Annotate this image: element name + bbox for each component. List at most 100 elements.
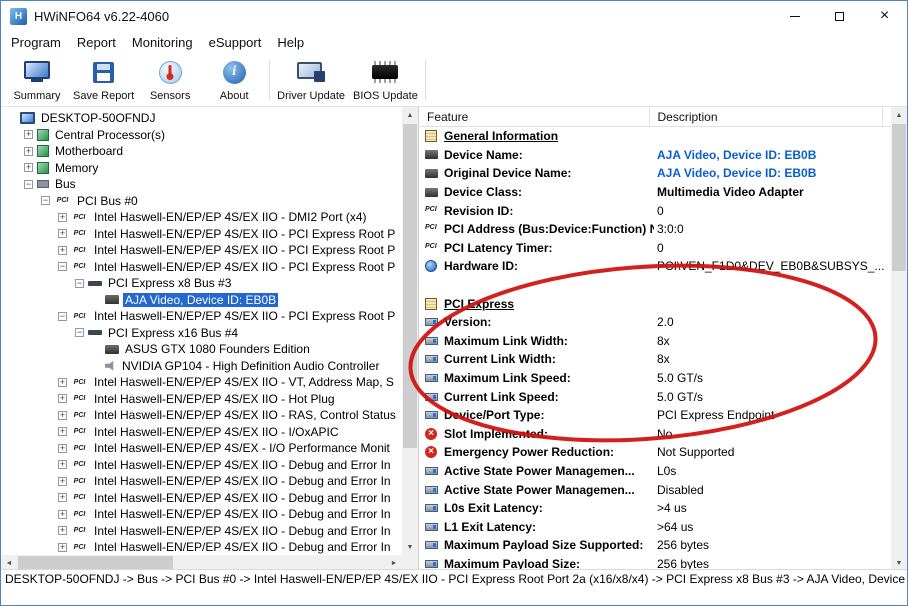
menu-item-monitoring[interactable]: Monitoring [124, 33, 201, 52]
feature-value: AJA Video, Device ID: EB0B [657, 148, 816, 162]
expand-plus-icon[interactable]: + [58, 526, 67, 535]
expand-plus-icon[interactable]: + [58, 411, 67, 420]
tree-item-pci-express-x16-bus-4[interactable]: −PCI Express x16 Bus #4 [1, 325, 402, 342]
tree-item-motherboard[interactable]: +Motherboard [1, 143, 402, 160]
scroll-track[interactable] [891, 123, 907, 555]
detail-row[interactable]: Revision ID:0 [419, 201, 891, 220]
expand-plus-icon[interactable]: + [58, 378, 67, 387]
toolbar-driver-update-button[interactable]: Driver Update [273, 54, 349, 106]
detail-row[interactable]: Original Device Name:AJA Video, Device I… [419, 164, 891, 183]
detail-row[interactable]: Active State Power Managemen...Disabled [419, 480, 891, 499]
expand-plus-icon[interactable]: + [58, 394, 67, 403]
expand-plus-icon[interactable]: + [58, 510, 67, 519]
detail-row[interactable]: Version:2.0 [419, 313, 891, 332]
detail-row[interactable]: Device Name:AJA Video, Device ID: EB0B [419, 146, 891, 165]
detail-row[interactable]: Current Link Speed:5.0 GT/s [419, 387, 891, 406]
tree-item-intel-haswell-en-ep-ep-4s-ex-iio-debug-and[interactable]: +Intel Haswell-EN/EP/EP 4S/EX IIO - Debu… [1, 473, 402, 490]
section-header-row[interactable]: PCI Express [419, 294, 891, 313]
minimize-button[interactable] [772, 1, 817, 31]
detail-row[interactable]: Maximum Payload Size Supported:256 bytes [419, 536, 891, 555]
scroll-thumb[interactable] [403, 124, 417, 448]
tree-item-intel-haswell-en-ep-ep-4s-ex-iio-debug-and[interactable]: +Intel Haswell-EN/EP/EP 4S/EX IIO - Debu… [1, 457, 402, 474]
detail-row[interactable]: Active State Power Managemen...L0s [419, 462, 891, 481]
tree-item-intel-haswell-en-ep-ep-4s-ex-iio-pci-expre[interactable]: +Intel Haswell-EN/EP/EP 4S/EX IIO - PCI … [1, 226, 402, 243]
collapse-minus-icon[interactable]: − [75, 328, 84, 337]
tree-item-intel-haswell-en-ep-ep-4s-ex-iio-hot-plug[interactable]: +Intel Haswell-EN/EP/EP 4S/EX IIO - Hot … [1, 391, 402, 408]
expand-plus-icon[interactable]: + [58, 460, 67, 469]
tree-item-intel-haswell-en-ep-ep-4s-ex-iio-debug-and[interactable]: +Intel Haswell-EN/EP/EP 4S/EX IIO - Debu… [1, 506, 402, 523]
tree-item-central-processor-s[interactable]: + Central Processor(s) [1, 127, 402, 144]
detail-row[interactable]: Emergency Power Reduction:Not Supported [419, 443, 891, 462]
tree-item-bus[interactable]: −Bus [1, 176, 402, 193]
toolbar-sensors-button[interactable]: Sensors [138, 54, 202, 106]
menu-item-esupport[interactable]: eSupport [201, 33, 270, 52]
detail-row[interactable]: Device/Port Type:PCI Express Endpoint [419, 406, 891, 425]
tree-item-intel-haswell-en-ep-ep-4s-ex-iio-debug-and[interactable]: +Intel Haswell-EN/EP/EP 4S/EX IIO - Debu… [1, 523, 402, 540]
expand-plus-icon[interactable]: + [58, 543, 67, 552]
expand-plus-icon[interactable]: + [58, 246, 67, 255]
tree-item-desktop-50ofndj[interactable]: DESKTOP-50OFNDJ [1, 110, 402, 127]
tree-item-pci-express-x8-bus-3[interactable]: −PCI Express x8 Bus #3 [1, 275, 402, 292]
collapse-minus-icon[interactable]: − [58, 262, 67, 271]
tree-item-nvidia-gp104-high-definition-audio-control[interactable]: NVIDIA GP104 - High Definition Audio Con… [1, 358, 402, 375]
scroll-up-icon[interactable]: ▲ [891, 107, 907, 123]
tree-item-asus-gtx-1080-founders-edition[interactable]: ASUS GTX 1080 Founders Edition [1, 341, 402, 358]
section-header-row[interactable]: General Information [419, 127, 891, 146]
collapse-minus-icon[interactable]: − [24, 180, 33, 189]
expand-plus-icon[interactable]: + [24, 147, 33, 156]
collapse-minus-icon[interactable]: − [41, 196, 50, 205]
tree-item-intel-haswell-en-ep-ep-4s-ex-iio-vt-addres[interactable]: +Intel Haswell-EN/EP/EP 4S/EX IIO - VT, … [1, 374, 402, 391]
detail-row[interactable]: L1 Exit Latency:>64 us [419, 517, 891, 536]
tree-item-intel-haswell-en-ep-ep-4s-ex-iio-i-oxapic[interactable]: +Intel Haswell-EN/EP/EP 4S/EX IIO - I/Ox… [1, 424, 402, 441]
close-button[interactable]: × [862, 1, 907, 31]
details-vertical-scrollbar[interactable]: ▲ ▼ [891, 107, 907, 571]
toolbar-save-report-button[interactable]: Save Report [69, 54, 138, 106]
collapse-minus-icon[interactable]: − [75, 279, 84, 288]
tree-item-pci-bus-0[interactable]: −PCI Bus #0 [1, 193, 402, 210]
collapse-minus-icon[interactable]: − [58, 312, 67, 321]
menu-item-report[interactable]: Report [69, 33, 124, 52]
expand-plus-icon[interactable]: + [58, 427, 67, 436]
tree-item-label: Central Processor(s) [53, 128, 167, 142]
detail-row[interactable]: Slot Implemented:No [419, 425, 891, 444]
menu-item-program[interactable]: Program [3, 33, 69, 52]
expand-plus-icon[interactable]: + [24, 163, 33, 172]
detail-row[interactable]: PCI Address (Bus:Device:Function) Nu...3… [419, 220, 891, 239]
detail-row[interactable]: PCI Latency Timer:0 [419, 239, 891, 258]
detail-row[interactable]: Maximum Link Width:8x [419, 332, 891, 351]
scroll-thumb[interactable] [892, 124, 906, 271]
detail-row[interactable]: L0s Exit Latency:>4 us [419, 499, 891, 518]
tree-vertical-scrollbar[interactable]: ▲ ▼ [402, 107, 418, 555]
toolbar-about-button[interactable]: About [202, 54, 266, 106]
scroll-track[interactable] [402, 123, 418, 539]
toolbar-summary-button[interactable]: Summary [5, 54, 69, 106]
detail-row[interactable]: Current Link Width:8x [419, 350, 891, 369]
tree-item-memory[interactable]: +Memory [1, 160, 402, 177]
detail-row[interactable]: Device Class:Multimedia Video Adapter [419, 183, 891, 202]
expand-plus-icon[interactable]: + [58, 493, 67, 502]
column-header-feature[interactable]: Feature [419, 107, 650, 126]
detail-row[interactable]: Hardware ID:PCI\VEN_F1D0&DEV_EB0B&SUBSYS… [419, 257, 891, 276]
tree-item-aja-video-device-id-eb0b[interactable]: AJA Video, Device ID: EB0B [1, 292, 402, 309]
expand-plus-icon[interactable]: + [58, 213, 67, 222]
column-header-description[interactable]: Description [650, 107, 884, 126]
tree-item-intel-haswell-en-ep-ep-4s-ex-iio-pci-expre[interactable]: −Intel Haswell-EN/EP/EP 4S/EX IIO - PCI … [1, 259, 402, 276]
tree-item-intel-haswell-en-ep-ep-4s-ex-iio-debug-and[interactable]: +Intel Haswell-EN/EP/EP 4S/EX IIO - Debu… [1, 539, 402, 555]
scroll-down-icon[interactable]: ▼ [402, 539, 418, 555]
scroll-up-icon[interactable]: ▲ [402, 107, 418, 123]
expand-plus-icon[interactable]: + [58, 444, 67, 453]
maximize-button[interactable] [817, 1, 862, 31]
detail-row[interactable]: Maximum Link Speed:5.0 GT/s [419, 369, 891, 388]
expand-plus-icon[interactable]: + [58, 229, 67, 238]
tree-item-intel-haswell-en-ep-ep-4s-ex-iio-ras-contr[interactable]: +Intel Haswell-EN/EP/EP 4S/EX IIO - RAS,… [1, 407, 402, 424]
expand-plus-icon[interactable]: + [24, 130, 33, 139]
tree-item-intel-haswell-en-ep-ep-4s-ex-iio-pci-expre[interactable]: −Intel Haswell-EN/EP/EP 4S/EX IIO - PCI … [1, 308, 402, 325]
menu-item-help[interactable]: Help [269, 33, 312, 52]
scroll-thumb[interactable] [18, 556, 173, 570]
tree-item-intel-haswell-en-ep-ep-4s-ex-iio-pci-expre[interactable]: +Intel Haswell-EN/EP/EP 4S/EX IIO - PCI … [1, 242, 402, 259]
tree-item-intel-haswell-en-ep-ep-4s-ex-iio-dmi2-port[interactable]: +Intel Haswell-EN/EP/EP 4S/EX IIO - DMI2… [1, 209, 402, 226]
toolbar-bios-update-button[interactable]: BIOS Update [349, 54, 422, 106]
tree-item-intel-haswell-en-ep-ep-4s-ex-iio-debug-and[interactable]: +Intel Haswell-EN/EP/EP 4S/EX IIO - Debu… [1, 490, 402, 507]
expand-plus-icon[interactable]: + [58, 477, 67, 486]
tree-item-intel-haswell-en-ep-ep-4s-ex-i-o-performan[interactable]: +Intel Haswell-EN/EP/EP 4S/EX - I/O Perf… [1, 440, 402, 457]
